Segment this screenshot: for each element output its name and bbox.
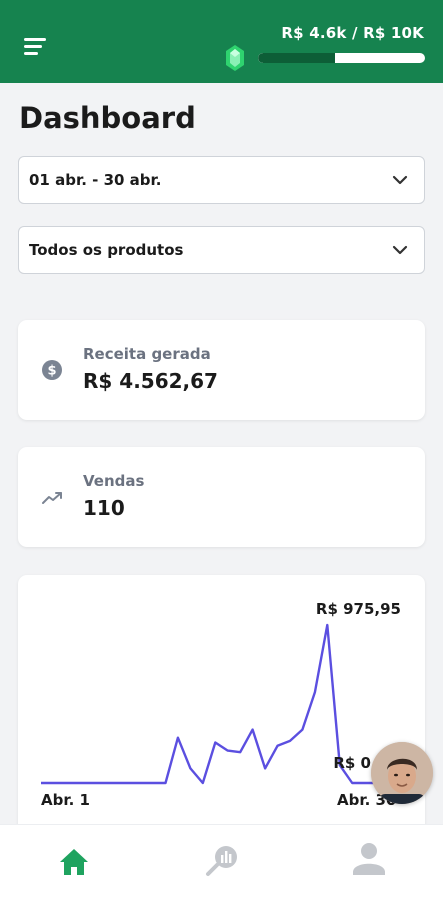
revenue-goal-progress (258, 53, 425, 63)
revenue-goal-text: R$ 4.6k / R$ 10K (281, 24, 424, 42)
top-header: R$ 4.6k / R$ 10K (0, 0, 443, 83)
person-photo-icon (371, 742, 433, 804)
revenue-line-chart: R$ 975,95R$ 0Abr. 1 Abr. 30 (41, 600, 402, 809)
dollar-coin-icon: $ (42, 360, 62, 380)
trending-up-icon (42, 492, 62, 504)
nav-profile[interactable] (344, 835, 394, 885)
max-value-label: R$ 975,95 (316, 600, 401, 618)
sales-value: 110 (83, 496, 125, 520)
revenue-card: $ Receita gerada R$ 4.562,67 (18, 320, 425, 420)
nav-home[interactable] (49, 835, 99, 885)
menu-icon[interactable] (24, 37, 48, 57)
emerald-gem-icon (226, 45, 244, 71)
min-value-label: R$ 0 (333, 754, 371, 772)
product-value: Todos os produtos (29, 241, 184, 259)
dashboard-screen: R$ 4.6k / R$ 10K Dashboard 01 abr. - 30 … (0, 0, 443, 899)
bottom-navigation (0, 824, 443, 899)
svg-text:$: $ (47, 364, 56, 379)
profile-icon (353, 843, 385, 875)
revenue-chart-card: R$ 975,95 R$ 0 Abr. 1 Abr. 30 (18, 575, 425, 835)
support-avatar[interactable] (371, 742, 433, 804)
revenue-value: R$ 4.562,67 (83, 369, 218, 393)
date-range-select[interactable]: 01 abr. - 30 abr. (18, 156, 425, 204)
home-icon (60, 849, 88, 875)
sales-label: Vendas (83, 472, 145, 490)
sales-card: Vendas 110 (18, 447, 425, 547)
progress-fill (258, 53, 335, 63)
revenue-label: Receita gerada (83, 345, 211, 363)
date-range-value: 01 abr. - 30 abr. (29, 171, 162, 189)
x-start-label: Abr. 1 (41, 791, 90, 809)
chevron-down-icon (392, 245, 408, 255)
product-select[interactable]: Todos os produtos (18, 226, 425, 274)
chevron-down-icon (392, 175, 408, 185)
nav-analytics[interactable] (197, 835, 247, 885)
page-title: Dashboard (19, 101, 196, 135)
analytics-icon (206, 846, 237, 876)
